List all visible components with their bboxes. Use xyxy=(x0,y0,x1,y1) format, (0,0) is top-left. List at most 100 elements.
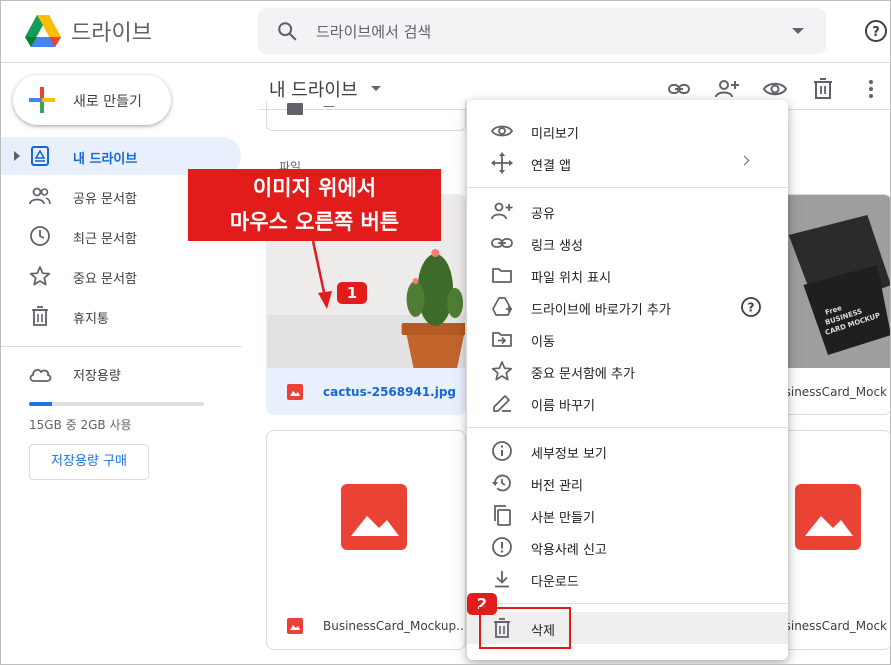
menu-item-open-with[interactable]: 연결 앱 xyxy=(467,147,788,179)
menu-item-details[interactable]: 세부정보 보기 xyxy=(467,435,788,467)
expand-arrow-icon[interactable] xyxy=(14,151,20,161)
search-options-icon[interactable] xyxy=(792,28,804,34)
context-menu: 미리보기 연결 앱 공유 링크 생성 파일 위치 표시 드라이브에 바로가기 추… xyxy=(467,100,788,660)
menu-item-label: 이름 바꾸기 xyxy=(531,399,595,414)
sidebar-item-label: 휴지통 xyxy=(73,312,109,327)
drive-logo-icon[interactable] xyxy=(23,13,63,49)
eye-icon xyxy=(491,125,513,137)
sidebar-item-label: 공유 문서함 xyxy=(73,192,137,207)
sidebar-item-trash[interactable]: 휴지통 xyxy=(1,297,241,335)
more-vert-icon[interactable] xyxy=(859,77,883,101)
menu-item-share[interactable]: 공유 xyxy=(467,195,788,227)
menu-divider xyxy=(467,187,788,188)
drive-window: 드라이브 드라이브에서 검색 ? 새로 만들기 내 드라이브 공유 문서함 최근… xyxy=(0,0,891,665)
menu-item-add-shortcut[interactable]: 드라이브에 바로가기 추가 ? xyxy=(467,291,788,323)
new-button[interactable]: 새로 만들기 xyxy=(13,75,171,125)
menu-item-label: 버전 관리 xyxy=(531,479,583,494)
menu-item-label: 이동 xyxy=(531,335,555,350)
shared-icon xyxy=(29,187,51,205)
storage-usage-text: 15GB 중 2GB 사용 xyxy=(29,418,132,432)
menu-item-preview[interactable]: 미리보기 xyxy=(467,115,788,147)
sidebar-item-label: 내 드라이브 xyxy=(73,152,138,167)
menu-item-download[interactable]: 다운로드 xyxy=(467,563,788,595)
menu-item-label: 링크 생성 xyxy=(531,239,583,254)
move-arrows-icon xyxy=(491,152,513,174)
link-icon xyxy=(491,238,513,248)
image-file-icon xyxy=(287,384,303,400)
menu-item-get-link[interactable]: 링크 생성 xyxy=(467,227,788,259)
app-title: 드라이브 xyxy=(71,21,152,46)
menu-item-label: 연결 앱 xyxy=(531,159,572,174)
top-bar: 드라이브 드라이브에서 검색 ? xyxy=(1,1,890,63)
image-file-icon xyxy=(287,618,303,634)
trash-icon[interactable] xyxy=(811,77,835,101)
menu-item-label: 드라이브에 바로가기 추가 xyxy=(531,303,671,318)
chevron-down-icon[interactable] xyxy=(371,86,381,91)
menu-item-manage-versions[interactable]: 버전 관리 xyxy=(467,467,788,499)
sidebar-item-starred[interactable]: 중요 문서함 xyxy=(1,257,241,295)
cloud-icon xyxy=(29,368,52,382)
file-name: BusinessCard_Mockup... xyxy=(323,619,466,633)
page-title[interactable]: 내 드라이브 xyxy=(269,76,358,102)
menu-item-add-starred[interactable]: 중요 문서함에 추가 xyxy=(467,355,788,387)
annotation-arrow xyxy=(311,240,332,309)
callout-line: 이미지 위에서 xyxy=(252,176,377,200)
menu-item-label: 사본 만들기 xyxy=(531,511,595,526)
menu-divider xyxy=(467,603,788,604)
storage-label[interactable]: 저장용량 xyxy=(73,365,121,384)
callout-line: 마우스 오른쪽 버튼 xyxy=(229,210,400,234)
menu-item-label: 미리보기 xyxy=(531,127,579,142)
chevron-right-icon xyxy=(739,155,750,166)
search-input[interactable]: 드라이브에서 검색 xyxy=(316,21,431,42)
menu-item-label: 중요 문서함에 추가 xyxy=(531,367,635,382)
plus-icon xyxy=(29,87,55,113)
report-icon xyxy=(492,537,512,557)
clock-icon xyxy=(30,226,50,246)
menu-item-rename[interactable]: 이름 바꾸기 xyxy=(467,387,788,419)
eye-icon[interactable] xyxy=(763,77,787,101)
menu-item-label: 파일 위치 표시 xyxy=(531,271,612,286)
menu-item-make-copy[interactable]: 사본 만들기 xyxy=(467,499,788,531)
menu-item-show-location[interactable]: 파일 위치 표시 xyxy=(467,259,788,291)
drive-shortcut-icon xyxy=(492,297,512,316)
help-icon[interactable]: ? xyxy=(864,19,888,43)
annotation-callout: 이미지 위에서 마우스 오른쪽 버튼 xyxy=(188,169,441,241)
folder-icon xyxy=(492,268,512,283)
copy-icon xyxy=(494,505,511,526)
sidebar-item-label: 최근 문서함 xyxy=(73,232,137,247)
step-badge-1: 1 xyxy=(337,282,367,304)
folder-name: — xyxy=(323,101,335,113)
menu-item-label: 공유 xyxy=(531,207,555,222)
star-icon xyxy=(29,266,51,286)
file-card[interactable]: BusinessCard_Mockup... xyxy=(266,430,466,650)
download-icon xyxy=(495,571,509,588)
file-name: usinessCard_Mock xyxy=(777,385,887,399)
help-icon[interactable]: ? xyxy=(740,296,762,318)
star-icon xyxy=(491,361,513,381)
buy-storage-button[interactable]: 저장용량 구매 xyxy=(29,444,149,480)
search-bar[interactable]: 드라이브에서 검색 xyxy=(258,8,826,54)
menu-item-report-abuse[interactable]: 악용사례 신고 xyxy=(467,531,788,563)
menu-divider xyxy=(467,427,788,428)
delete-highlight-box xyxy=(479,607,571,649)
search-icon[interactable] xyxy=(276,20,298,42)
folder-item[interactable]: — xyxy=(266,101,466,131)
storage-progress-bar xyxy=(29,402,204,406)
add-person-icon[interactable] xyxy=(715,77,739,101)
trash-icon xyxy=(32,306,48,326)
folder-icon xyxy=(287,103,303,115)
history-icon xyxy=(492,474,511,492)
file-name: cactus-2568941.jpg xyxy=(323,385,457,399)
file-name: usinessCard_Mock xyxy=(777,619,887,633)
menu-item-label: 세부정보 보기 xyxy=(531,447,607,462)
storage-progress-fill xyxy=(29,402,52,406)
link-icon[interactable] xyxy=(667,77,691,101)
sidebar-item-label: 중요 문서함 xyxy=(73,272,137,287)
menu-item-label: 다운로드 xyxy=(531,575,579,590)
image-placeholder-icon xyxy=(341,484,407,550)
svg-text:?: ? xyxy=(872,25,880,40)
sidebar-divider xyxy=(1,346,242,347)
move-to-folder-icon xyxy=(492,332,512,347)
menu-item-move[interactable]: 이동 xyxy=(467,323,788,355)
add-person-icon xyxy=(491,202,513,220)
